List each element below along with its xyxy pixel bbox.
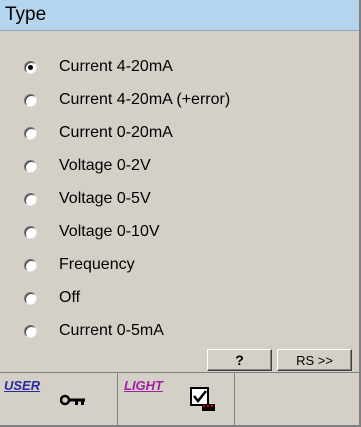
radio-button[interactable] bbox=[24, 93, 37, 107]
panel-title: Type bbox=[5, 4, 47, 25]
option-current-4-20ma[interactable]: Current 4-20mA bbox=[24, 56, 173, 78]
option-off[interactable]: Off bbox=[24, 287, 80, 309]
option-label: Current 0-5mA bbox=[59, 322, 164, 339]
radio-button[interactable] bbox=[24, 60, 37, 74]
type-panel: Type Current 4-20mA Current 4-20mA (+err… bbox=[0, 0, 361, 427]
light-mode-label[interactable]: LIGHT bbox=[124, 378, 163, 393]
radio-button[interactable] bbox=[24, 291, 37, 305]
option-label: Off bbox=[59, 289, 81, 306]
option-voltage-0-5v[interactable]: Voltage 0-5V bbox=[24, 188, 151, 210]
option-label: Current 0-20mA bbox=[59, 124, 173, 141]
radio-button[interactable] bbox=[24, 225, 37, 239]
option-current-4-20ma-error[interactable]: Current 4-20mA (+error) bbox=[24, 89, 230, 111]
help-button[interactable]: ? bbox=[207, 349, 272, 371]
panel-header: Type bbox=[0, 0, 359, 31]
radio-button[interactable] bbox=[24, 159, 37, 173]
radio-button[interactable] bbox=[24, 324, 37, 338]
option-voltage-0-2v[interactable]: Voltage 0-2V bbox=[24, 155, 151, 177]
radio-button[interactable] bbox=[24, 192, 37, 206]
option-label: Current 4-20mA bbox=[59, 58, 173, 75]
radio-button[interactable] bbox=[24, 258, 37, 272]
option-label: Current 4-20mA (+error) bbox=[59, 91, 231, 108]
option-label: Voltage 0-10V bbox=[59, 223, 160, 240]
status-divider bbox=[117, 373, 118, 426]
option-current-0-5ma[interactable]: Current 0-5mA bbox=[24, 320, 164, 342]
option-frequency[interactable]: Frequency bbox=[24, 254, 135, 276]
user-mode-label[interactable]: USER bbox=[4, 378, 40, 393]
option-label: Voltage 0-2V bbox=[59, 157, 151, 174]
rs-button[interactable]: RS >> bbox=[277, 349, 352, 371]
radio-button[interactable] bbox=[24, 126, 37, 140]
key-icon[interactable] bbox=[59, 393, 86, 411]
status-divider bbox=[234, 373, 235, 426]
option-label: Voltage 0-5V bbox=[59, 190, 151, 207]
option-label: Frequency bbox=[59, 256, 135, 273]
option-current-0-20ma[interactable]: Current 0-20mA bbox=[24, 122, 173, 144]
option-voltage-0-10v[interactable]: Voltage 0-10V bbox=[24, 221, 160, 243]
checkbox-checked-icon[interactable] bbox=[190, 387, 216, 418]
status-bar: USER LIGHT bbox=[0, 372, 359, 426]
